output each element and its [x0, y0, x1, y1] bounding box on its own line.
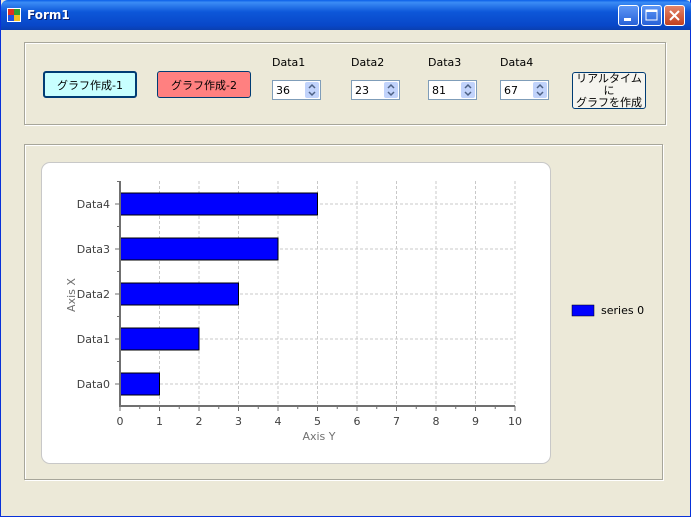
bar-data2	[119, 282, 239, 306]
x-tick-label: 9	[472, 415, 479, 428]
bar-data0	[119, 372, 160, 396]
main-window: Form1 グラフ作成-1 グラフ作成-2 Data1 36 Data2 23 …	[0, 0, 691, 517]
y-tick-label: Data0	[77, 378, 110, 391]
legend-label: series 0	[601, 304, 644, 317]
chart-legend: series 0	[571, 304, 644, 317]
y-tick-label: Data4	[77, 198, 110, 211]
y-tick-label: Data3	[77, 243, 110, 256]
x-tick-label: 3	[235, 415, 242, 428]
legend-swatch	[571, 304, 595, 317]
bar-data3	[119, 237, 279, 261]
y-tick-label: Data1	[77, 333, 110, 346]
x-tick-label: 10	[508, 415, 522, 428]
x-tick-label: 2	[196, 415, 203, 428]
x-tick-label: 1	[156, 415, 163, 428]
x-tick-label: 8	[433, 415, 440, 428]
y-tick-label: Data2	[77, 288, 110, 301]
x-tick-label: 7	[393, 415, 400, 428]
bar-data1	[119, 327, 200, 351]
bar-chart: Data0 Data1 Data2 Data3 Data4 0 1 2 3 4 5 6 7 8 9 10 Ax…	[65, 181, 644, 443]
x-tick-label: 0	[117, 415, 124, 428]
bar-data4	[119, 192, 318, 216]
x-axis-title: Axis Y	[302, 430, 335, 443]
y-axis-title: Axis X	[65, 278, 78, 312]
x-tick-label: 4	[275, 415, 282, 428]
x-tick-label: 5	[314, 415, 321, 428]
x-tick-label: 6	[354, 415, 361, 428]
